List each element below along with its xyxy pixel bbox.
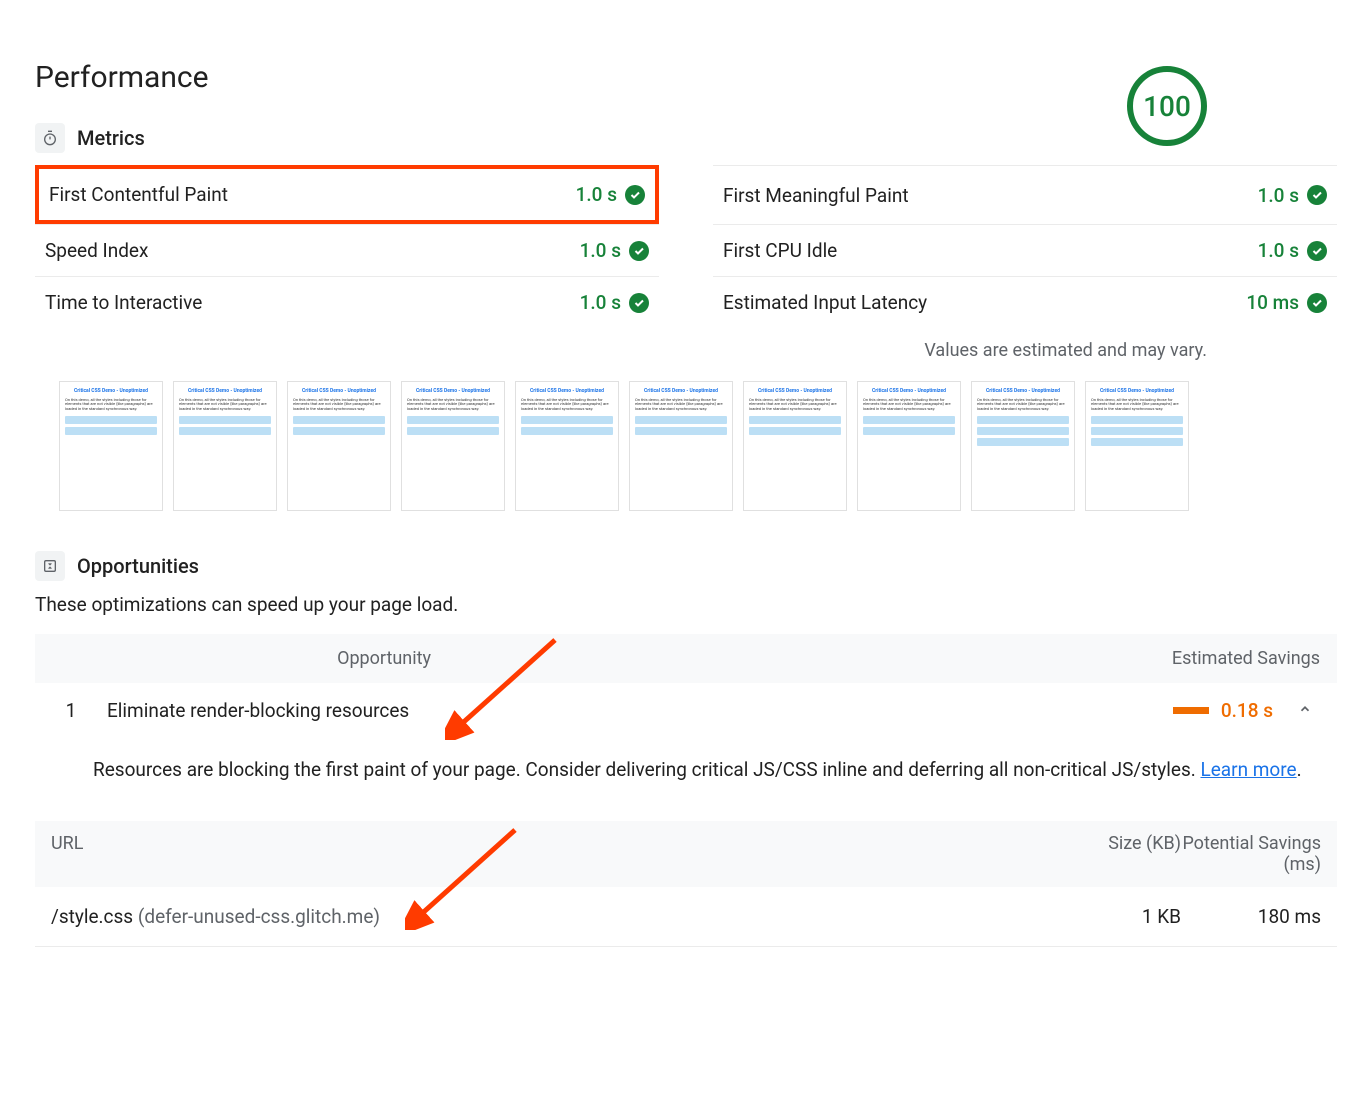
metric-row[interactable]: Estimated Input Latency 10 ms — [713, 276, 1337, 328]
learn-more-link[interactable]: Learn more — [1200, 758, 1296, 781]
opportunities-subtext: These optimizations can speed up your pa… — [35, 593, 1337, 616]
check-icon — [625, 185, 645, 205]
col-potential-savings: Potential Savings (ms) — [1181, 833, 1321, 875]
filmstrip-thumbnail[interactable]: Critical CSS Demo - Unoptimized On this … — [1085, 381, 1189, 511]
metric-row[interactable]: First Meaningful Paint 1.0 s — [713, 165, 1337, 224]
metric-label: First CPU Idle — [723, 239, 837, 262]
metric-label: First Meaningful Paint — [723, 184, 909, 207]
metric-row[interactable]: Time to Interactive 1.0 s — [35, 276, 659, 328]
col-size: Size (KB) — [1051, 833, 1181, 875]
metric-label: Estimated Input Latency — [723, 291, 927, 314]
check-icon — [629, 241, 649, 261]
filmstrip-thumbnail[interactable]: Critical CSS Demo - Unoptimized On this … — [173, 381, 277, 511]
metric-value: 1.0 s — [576, 183, 617, 206]
metric-value: 1.0 s — [1258, 239, 1299, 262]
metric-label: Speed Index — [45, 239, 148, 262]
opportunities-heading: Opportunities — [35, 551, 1337, 581]
check-icon — [1307, 185, 1327, 205]
opportunity-table-header: Opportunity Estimated Savings — [35, 634, 1337, 683]
metric-value: 10 ms — [1246, 291, 1299, 314]
opportunity-description: Resources are blocking the first paint o… — [35, 728, 1337, 805]
chevron-up-icon[interactable] — [1285, 701, 1325, 720]
savings-bar — [1173, 707, 1209, 714]
filmstrip-thumbnail[interactable]: Critical CSS Demo - Unoptimized On this … — [629, 381, 733, 511]
url-host: (defer-unused-css.glitch.me) — [138, 905, 380, 928]
stopwatch-icon — [35, 123, 65, 153]
filmstrip: Critical CSS Demo - Unoptimized On this … — [59, 381, 1337, 511]
metric-label: Time to Interactive — [45, 291, 202, 314]
check-icon — [1307, 241, 1327, 261]
col-url: URL — [51, 833, 1051, 875]
metric-value: 1.0 s — [580, 291, 621, 314]
metrics-note: Values are estimated and may vary. — [35, 340, 1207, 361]
filmstrip-thumbnail[interactable]: Critical CSS Demo - Unoptimized On this … — [743, 381, 847, 511]
metric-row[interactable]: Speed Index 1.0 s — [35, 224, 659, 276]
opportunities-label: Opportunities — [77, 554, 199, 578]
metric-row[interactable]: First CPU Idle 1.0 s — [713, 224, 1337, 276]
sparkle-icon — [35, 551, 65, 581]
page-title: Performance — [35, 60, 209, 95]
url-table-header: URL Size (KB) Potential Savings (ms) — [35, 821, 1337, 887]
filmstrip-thumbnail[interactable]: Critical CSS Demo - Unoptimized On this … — [59, 381, 163, 511]
url-savings: 180 ms — [1181, 905, 1321, 928]
check-icon — [1307, 293, 1327, 313]
filmstrip-thumbnail[interactable]: Critical CSS Demo - Unoptimized On this … — [287, 381, 391, 511]
opportunity-row[interactable]: 1 Eliminate render-blocking resources 0.… — [35, 683, 1337, 728]
filmstrip-thumbnail[interactable]: Critical CSS Demo - Unoptimized On this … — [971, 381, 1075, 511]
opportunity-name: Eliminate render-blocking resources — [107, 699, 1161, 722]
metric-value: 1.0 s — [580, 239, 621, 262]
url-path: /style.css — [51, 905, 133, 928]
url-row[interactable]: /style.css (defer-unused-css.glitch.me) … — [35, 887, 1337, 947]
url-size: 1 KB — [1051, 905, 1181, 928]
metric-row[interactable]: First Contentful Paint 1.0 s — [35, 165, 659, 224]
filmstrip-thumbnail[interactable]: Critical CSS Demo - Unoptimized On this … — [857, 381, 961, 511]
check-icon — [629, 293, 649, 313]
performance-score: 100 — [1127, 66, 1207, 146]
filmstrip-thumbnail[interactable]: Critical CSS Demo - Unoptimized On this … — [515, 381, 619, 511]
opportunity-number: 1 — [47, 699, 95, 722]
metric-label: First Contentful Paint — [49, 183, 228, 206]
opportunity-savings: 0.18 s — [1221, 699, 1273, 722]
filmstrip-thumbnail[interactable]: Critical CSS Demo - Unoptimized On this … — [401, 381, 505, 511]
metric-value: 1.0 s — [1258, 184, 1299, 207]
col-savings: Estimated Savings — [1171, 648, 1321, 669]
metrics-heading: Metrics — [35, 123, 209, 153]
metrics-label: Metrics — [77, 126, 145, 150]
col-opportunity: Opportunity — [51, 648, 431, 669]
